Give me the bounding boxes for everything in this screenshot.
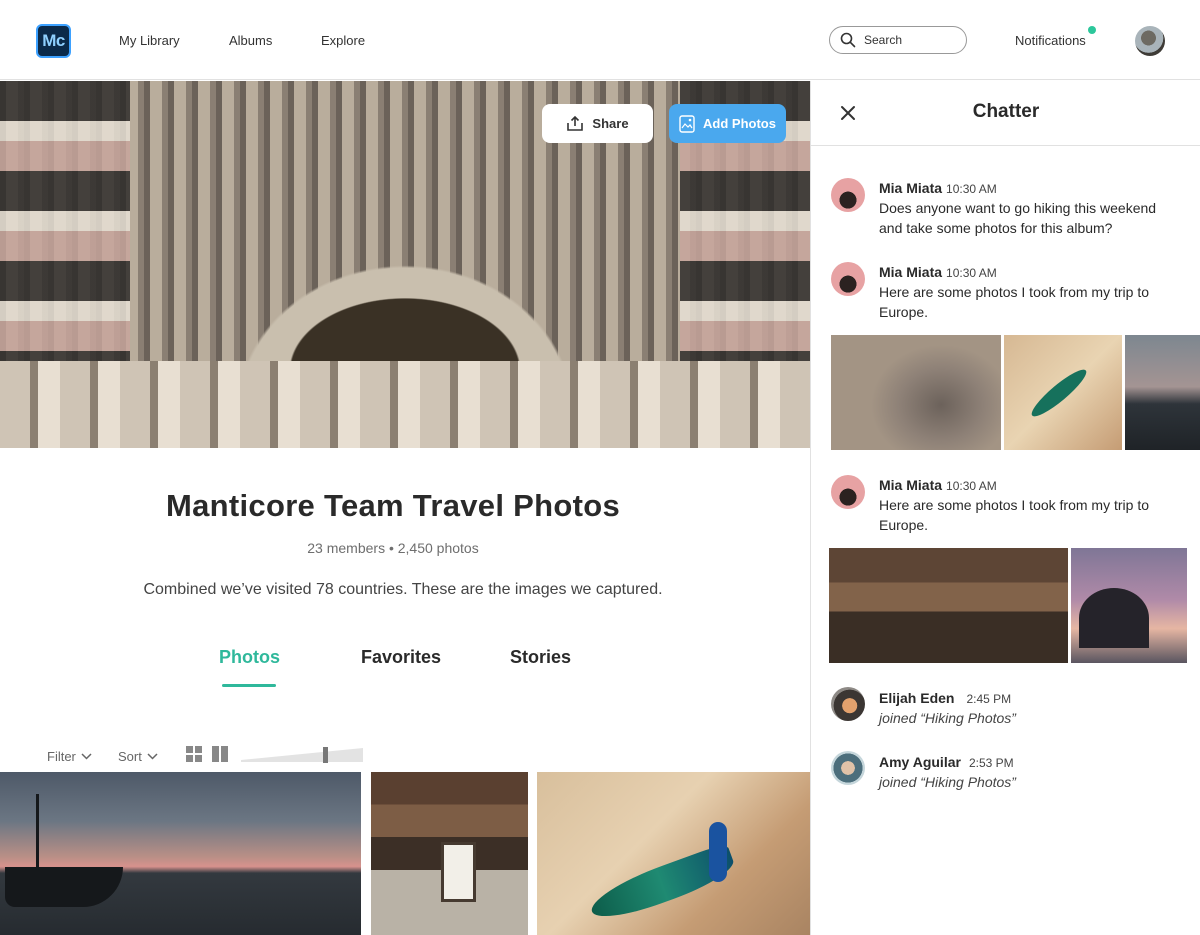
avatar[interactable]: [831, 687, 865, 721]
chatter-panel: Chatter Mia Miata 10:30 AM Does anyone wa…: [810, 81, 1200, 935]
zoom-slider[interactable]: [241, 747, 363, 763]
chat-photo-peacock[interactable]: [1004, 335, 1122, 450]
add-photos-label: Add Photos: [703, 116, 776, 131]
message-text: Does anyone want to go hiking this weeke…: [879, 200, 1157, 236]
chat-photo-elephant[interactable]: [831, 335, 1001, 450]
message-time: 2:53 PM: [968, 756, 1014, 770]
search-icon: [840, 32, 856, 48]
search-placeholder: Search: [864, 33, 903, 47]
cover-detail-band: [0, 361, 810, 448]
tab-photos[interactable]: Photos: [219, 647, 280, 668]
filter-dropdown[interactable]: Filter: [47, 749, 92, 764]
chat-photo-sea-rock[interactable]: [1071, 548, 1187, 663]
share-icon: [567, 115, 584, 131]
share-button[interactable]: Share: [542, 104, 653, 143]
author-name: Mia Miata: [879, 264, 943, 280]
message-author: Mia Miata 10:30 AM: [879, 264, 997, 280]
photo-cafe-interior[interactable]: [371, 772, 528, 935]
author-name: Amy Aguilar: [879, 754, 961, 770]
avatar[interactable]: [831, 178, 865, 212]
album-description: Combined we’ve visited 78 countries. The…: [143, 581, 663, 598]
message-author: Elijah Eden 2:45 PM: [879, 690, 1011, 706]
photo-boat-sunset[interactable]: [0, 772, 361, 935]
masonry-view-icon[interactable]: [212, 746, 228, 762]
message-text: joined “Hiking Photos”: [879, 710, 1016, 726]
boat-mast: [36, 794, 39, 874]
avatar[interactable]: [831, 475, 865, 509]
user-avatar[interactable]: [1135, 26, 1165, 56]
message-text: Here are some photos I took from my trip…: [879, 284, 1149, 320]
tab-favorites[interactable]: Favorites: [361, 647, 441, 668]
sort-dropdown[interactable]: Sort: [118, 749, 158, 764]
photo-peacock[interactable]: [537, 772, 810, 935]
top-navigation-bar: Mc My Library Albums Explore Search Noti…: [0, 0, 1200, 80]
chevron-down-icon: [81, 753, 92, 760]
message-author: Mia Miata 10:30 AM: [879, 477, 997, 493]
active-tab-indicator: [222, 684, 276, 687]
chatter-title: Chatter: [972, 101, 1040, 122]
album-meta: 23 members • 2,450 photos: [307, 540, 479, 556]
author-name: Mia Miata: [879, 180, 943, 196]
author-name: Elijah Eden: [879, 690, 955, 706]
chat-photo-interior[interactable]: [829, 548, 1068, 663]
message-text: joined “Hiking Photos”: [879, 774, 1016, 790]
tab-stories[interactable]: Stories: [510, 647, 571, 668]
interior-window: [441, 842, 476, 902]
author-name: Mia Miata: [879, 477, 943, 493]
notification-badge: [1088, 26, 1096, 34]
chat-photo-boat[interactable]: [1125, 335, 1200, 450]
share-label: Share: [592, 116, 629, 131]
message-time: 10:30 AM: [946, 182, 997, 196]
grid-view-icon[interactable]: [186, 746, 202, 762]
notifications-link[interactable]: Notifications: [1015, 33, 1086, 48]
filter-label: Filter: [47, 749, 76, 764]
nav-my-library[interactable]: My Library: [119, 33, 180, 48]
chevron-down-icon: [147, 753, 158, 760]
message-author: Mia Miata 10:30 AM: [879, 180, 997, 196]
search-input[interactable]: Search: [829, 26, 967, 54]
avatar[interactable]: [831, 751, 865, 785]
nav-albums[interactable]: Albums: [229, 33, 272, 48]
avatar[interactable]: [831, 262, 865, 296]
add-photos-icon: [679, 114, 695, 133]
message-time: 10:30 AM: [946, 266, 997, 280]
add-photos-button[interactable]: Add Photos: [669, 104, 786, 143]
message-time: 2:45 PM: [966, 692, 1012, 706]
album-title: Manticore Team Travel Photos: [165, 488, 620, 523]
message-text: Here are some photos I took from my trip…: [879, 497, 1149, 533]
chatter-header: Chatter: [811, 81, 1200, 146]
peacock-body: [709, 822, 727, 882]
nav-explore[interactable]: Explore: [321, 33, 365, 48]
sort-label: Sort: [118, 749, 142, 764]
app-logo[interactable]: Mc: [36, 24, 71, 58]
boat-hull: [5, 867, 123, 907]
message-author: Amy Aguilar 2:53 PM: [879, 754, 1014, 770]
message-time: 10:30 AM: [946, 479, 997, 493]
